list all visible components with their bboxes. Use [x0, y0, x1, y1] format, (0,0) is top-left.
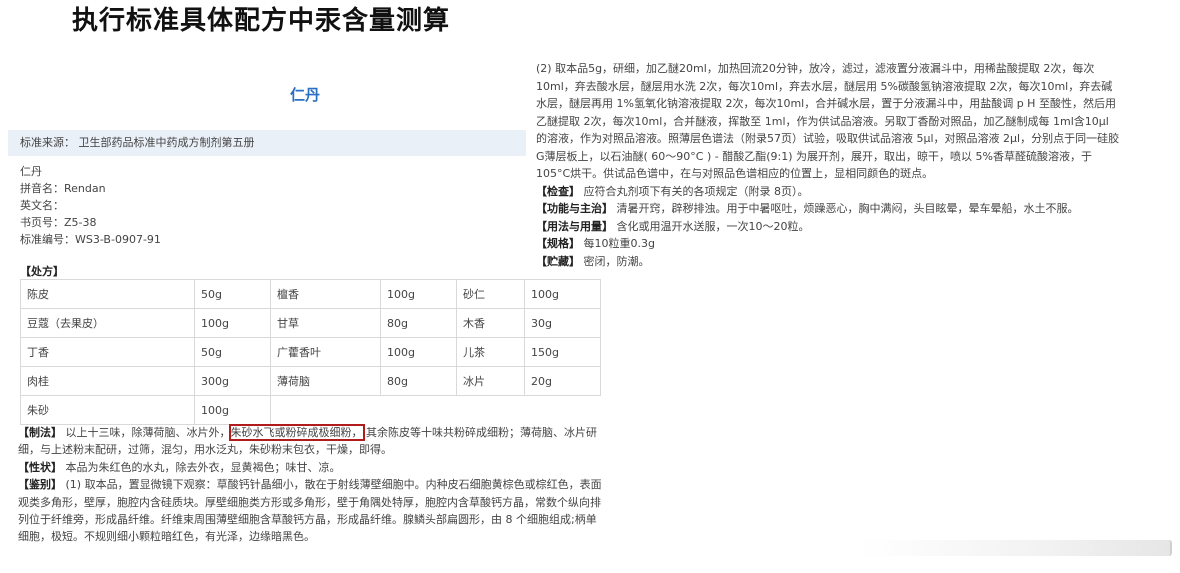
table-row: 朱砂 100g: [20, 395, 601, 425]
usage-text: 含化或用温开水送服，一次10～20粒。: [616, 219, 810, 233]
standard-source-bar: 标准来源： 卫生部药品标准中药成方制剂第五册: [8, 130, 526, 156]
meta-name: 仁丹: [20, 165, 42, 178]
ingredient-name: 丁香: [20, 337, 195, 367]
source-label: 标准来源：: [20, 136, 75, 149]
ingredient-name: 薄荷脑: [270, 366, 381, 396]
ingredient-amount: 100g: [194, 395, 271, 425]
ingredient-amount: 80g: [380, 366, 457, 396]
ingredient-name: 砂仁: [456, 279, 525, 309]
spec-label: 【规格】: [536, 237, 580, 250]
meta-english: 英文名：: [20, 199, 64, 212]
identification-paragraph: 【鉴别】 (1) 取本品，置显微镜下观察：草酸钙针晶细小，散在于射线薄壁细胞中。…: [18, 476, 602, 546]
inspection-paragraph: 【检查】 应符合丸剂项下有关的各项规定（附录 8页）。: [536, 183, 1122, 201]
ingredient-amount: 100g: [524, 279, 601, 309]
ingredient-name: 冰片: [456, 366, 525, 396]
ingredient-name: 木香: [456, 308, 525, 338]
ingredient-amount: 50g: [194, 337, 271, 367]
spec-paragraph: 【规格】 每10粒重0.3g: [536, 235, 1122, 253]
meta-standard-number: 标准编号：WS3-B-0907-91: [20, 233, 161, 246]
character-text: 本品为朱红色的水丸，除去外衣，显黄褐色；味甘、凉。: [65, 460, 341, 474]
storage-paragraph: 【贮藏】 密闭，防潮。: [536, 253, 1122, 271]
table-row: 丁香 50g 广藿香叶 100g 儿茶 150g: [20, 337, 601, 367]
function-paragraph: 【功能与主治】 清暑开窍，辟秽排浊。用于中暑呕吐，烦躁恶心，胸中满闷，头目眩晕，…: [536, 200, 1122, 218]
left-body-text: 【制法】 以上十三味，除薄荷脑、冰片外，朱砂水飞或粉碎成极细粉， 其余陈皮等十味…: [18, 424, 602, 546]
ingredient-name: 豆蔻（去果皮）: [20, 308, 195, 338]
ingredient-name: 甘草: [270, 308, 381, 338]
meta-pinyin: 拼音名：Rendan: [20, 182, 106, 195]
method-label: 【制法】: [18, 426, 62, 439]
ingredient-name: 广藿香叶: [270, 337, 381, 367]
ingredient-name: 儿茶: [456, 337, 525, 367]
function-text: 清暑开窍，辟秽排浊。用于中暑呕吐，烦躁恶心，胸中满闷，头目眩晕，晕车晕船，水土不…: [616, 202, 1079, 215]
ingredient-amount: 30g: [524, 308, 601, 338]
ingredient-amount: 100g: [380, 279, 457, 309]
table-row: 肉桂 300g 薄荷脑 80g 冰片 20g: [20, 366, 601, 396]
ingredient-amount: 20g: [524, 366, 601, 396]
ingredient-amount: 80g: [380, 308, 457, 338]
right-body-text: (2) 取本品5g，研细，加乙醚20ml，加热回流20分钟，放冷，滤过，滤液置分…: [536, 60, 1122, 270]
horizontal-scrollbar[interactable]: [860, 540, 1172, 556]
table-row: 豆蔻（去果皮） 100g 甘草 80g 木香 30g: [20, 308, 601, 338]
meta-book-page: 书页号：Z5-38: [20, 216, 97, 229]
ingredient-amount: 150g: [524, 337, 601, 367]
method-highlight-cinnabar: 朱砂水飞或粉碎成极细粉，: [228, 424, 365, 441]
identification-label: 【鉴别】: [18, 478, 62, 492]
ingredient-amount: 100g: [194, 308, 271, 338]
ingredient-name: 肉桂: [20, 366, 195, 396]
recipe-table: 陈皮 50g 檀香 100g 砂仁 100g 豆蔻（去果皮） 100g 甘草 8…: [20, 279, 601, 425]
spec-text: 每10粒重0.3g: [583, 237, 655, 250]
character-label: 【性状】: [18, 460, 62, 474]
ingredient-name: 陈皮: [20, 279, 195, 309]
character-paragraph: 【性状】 本品为朱红色的水丸，除去外衣，显黄褐色；味甘、凉。: [18, 459, 602, 476]
ingredient-name: 檀香: [270, 279, 381, 309]
identification-text: (1) 取本品，置显微镜下观察：草酸钙针晶细小，散在于射线薄壁细胞中。内种皮石细…: [18, 478, 602, 544]
storage-text: 密闭，防潮。: [583, 254, 650, 268]
usage-paragraph: 【用法与用量】 含化或用温开水送服，一次10～20粒。: [536, 218, 1122, 236]
method-text-before: 以上十三味，除薄荷脑、冰片外，: [65, 426, 231, 439]
page-headline: 执行标准具体配方中汞含量测算: [72, 6, 451, 36]
method-paragraph: 【制法】 以上十三味，除薄荷脑、冰片外，朱砂水飞或粉碎成极细粉， 其余陈皮等十味…: [18, 424, 602, 459]
ingredient-name: 朱砂: [20, 395, 195, 425]
ingredient-amount: 100g: [380, 337, 457, 367]
identification2-paragraph: (2) 取本品5g，研细，加乙醚20ml，加热回流20分钟，放冷，滤过，滤液置分…: [536, 62, 1120, 180]
drug-title: 仁丹: [290, 86, 321, 104]
inspection-text: 应符合丸剂项下有关的各项规定（附录 8页）。: [583, 184, 809, 198]
source-value: 卫生部药品标准中药成方制剂第五册: [78, 136, 255, 149]
recipe-label: 【处方】: [20, 265, 64, 278]
ingredient-amount: 50g: [194, 279, 271, 309]
ingredient-amount: 300g: [194, 366, 271, 396]
function-label: 【功能与主治】: [536, 202, 613, 215]
usage-label: 【用法与用量】: [536, 219, 613, 233]
storage-label: 【贮藏】: [536, 254, 580, 268]
drug-meta-info: 仁丹 拼音名：Rendan 英文名： 书页号：Z5-38 标准编号：WS3-B-…: [20, 163, 161, 248]
table-row: 陈皮 50g 檀香 100g 砂仁 100g: [20, 279, 601, 309]
inspection-label: 【检查】: [536, 184, 580, 198]
